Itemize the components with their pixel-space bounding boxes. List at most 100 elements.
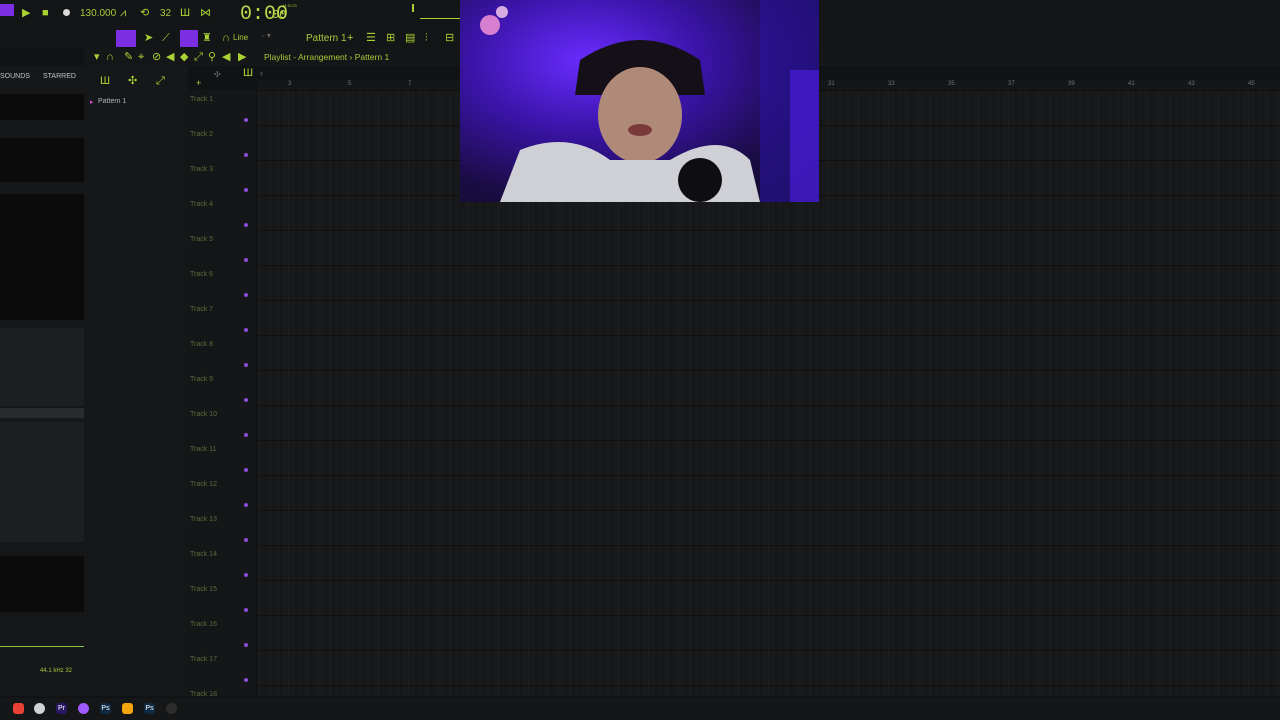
draw-icon[interactable]: ⟋: [162, 32, 170, 44]
song-mode-icon[interactable]: ➤: [144, 32, 153, 44]
snap-dropdown-icon[interactable]: - ▾: [262, 31, 271, 40]
track-label[interactable]: Track 8: [190, 341, 213, 348]
add-pattern-icon[interactable]: +: [347, 32, 353, 44]
step-edit-icon[interactable]: Ш: [180, 7, 190, 19]
track-mute-button[interactable]: [244, 468, 248, 472]
chrome-icon[interactable]: [13, 703, 24, 714]
track-label[interactable]: Track 11: [190, 446, 216, 453]
slip-icon[interactable]: ◆: [180, 51, 188, 63]
track-mute-button[interactable]: [244, 643, 248, 647]
track-mute-button[interactable]: [244, 503, 248, 507]
browser-icon[interactable]: ⊟: [445, 32, 454, 44]
browser-item[interactable]: [0, 556, 84, 612]
track-label[interactable]: Track 18: [190, 691, 217, 698]
track-label[interactable]: Track 2: [190, 131, 213, 138]
photoshop-icon[interactable]: Ps: [100, 703, 111, 714]
track-label[interactable]: Track 4: [190, 201, 213, 208]
record-icon[interactable]: [63, 9, 70, 16]
tempo-display[interactable]: 130.000: [80, 8, 116, 19]
browser-item[interactable]: [0, 422, 84, 542]
playlist-title: Playlist - Arrangement › Pattern 1: [264, 52, 390, 62]
browser-item[interactable]: [0, 328, 84, 406]
stop-icon[interactable]: ■: [42, 7, 49, 19]
brush-icon[interactable]: ⌖: [138, 51, 144, 63]
countdown-icon[interactable]: ⋈: [200, 7, 211, 19]
track-mute-button[interactable]: [244, 223, 248, 227]
playlist-magnet-icon[interactable]: ∩: [106, 51, 114, 63]
stamp-icon[interactable]: ♜: [202, 32, 212, 44]
metronome-icon[interactable]: ⩘: [120, 7, 126, 19]
track-label[interactable]: Track 13: [190, 516, 217, 523]
channel-rack-icon[interactable]: ▤: [405, 32, 415, 44]
track-mute-button[interactable]: [244, 293, 248, 297]
playlist-menu-icon[interactable]: ▾: [94, 51, 100, 63]
track-label[interactable]: Track 16: [190, 621, 217, 628]
track-mute-button[interactable]: [244, 328, 248, 332]
track-mute-button[interactable]: [244, 258, 248, 262]
messenger-icon[interactable]: [78, 703, 89, 714]
magnet-icon[interactable]: ∩: [222, 32, 230, 44]
track-label[interactable]: Track 17: [190, 656, 217, 663]
track-label[interactable]: Track 15: [190, 586, 217, 593]
delete-icon[interactable]: ⊘: [152, 51, 161, 63]
track-mute-button[interactable]: [244, 608, 248, 612]
track-mute-button[interactable]: [244, 573, 248, 577]
browser-item[interactable]: [0, 194, 84, 320]
picker-audio-icon[interactable]: ✣: [128, 75, 137, 87]
picker-pattern-icon[interactable]: Ш: [100, 75, 110, 87]
settings-icon[interactable]: [34, 703, 45, 714]
track-label[interactable]: Track 12: [190, 481, 217, 488]
track-mute-button[interactable]: [244, 398, 248, 402]
track-label[interactable]: Track 10: [190, 411, 217, 418]
app-icon[interactable]: [166, 703, 177, 714]
tab-starred[interactable]: STARRED: [43, 73, 76, 80]
track-mute-button[interactable]: [244, 153, 248, 157]
track-label[interactable]: Track 3: [190, 166, 213, 173]
loop-record-icon[interactable]: ⟲: [140, 7, 149, 19]
play-icon[interactable]: ▶: [22, 7, 30, 19]
menu-logo[interactable]: [0, 4, 14, 16]
playlist-step-icon[interactable]: Ш: [243, 67, 253, 79]
playlist-zoom-icon[interactable]: ✣: [214, 70, 221, 79]
paint-tool-button[interactable]: [180, 30, 198, 47]
ruler-number: 43: [1188, 81, 1195, 87]
track-label[interactable]: Track 7: [190, 306, 213, 313]
photoshop-icon[interactable]: Ps: [144, 703, 155, 714]
track-mute-button[interactable]: [244, 433, 248, 437]
tab-sounds[interactable]: SOUNDS: [0, 73, 30, 80]
time-signature[interactable]: 32: [160, 8, 171, 19]
playlist-icon[interactable]: ☰: [366, 32, 376, 44]
track-label[interactable]: Track 5: [190, 236, 213, 243]
browser-item[interactable]: [0, 94, 84, 120]
piano-roll-icon[interactable]: ⊞: [386, 32, 395, 44]
playlist-play-icon[interactable]: ▶: [238, 51, 246, 63]
track-mute-button[interactable]: [244, 678, 248, 682]
volume-slider[interactable]: [420, 18, 460, 19]
pattern-item[interactable]: Pattern 1: [98, 98, 126, 105]
zoom-icon[interactable]: ⚲: [208, 51, 216, 63]
pattern-mode-button[interactable]: [116, 30, 136, 47]
ruler-number: 39: [1068, 81, 1075, 87]
playback-icon[interactable]: ◀: [222, 51, 230, 63]
track-label[interactable]: Track 6: [190, 271, 213, 278]
track-mute-button[interactable]: [244, 118, 248, 122]
track-mute-button[interactable]: [244, 188, 248, 192]
picker-automation-icon[interactable]: ⤢: [156, 75, 165, 87]
browser-item-selected[interactable]: [0, 408, 84, 418]
browser-item[interactable]: [0, 138, 84, 182]
scroll-left-icon[interactable]: ‹: [260, 68, 263, 78]
fl-studio-icon[interactable]: [122, 703, 133, 714]
snap-select[interactable]: Line: [233, 33, 248, 42]
pattern-selector[interactable]: Pattern 1: [306, 33, 347, 44]
track-mute-button[interactable]: [244, 363, 248, 367]
track-label[interactable]: Track 14: [190, 551, 217, 558]
premiere-icon[interactable]: Pr: [56, 703, 67, 714]
track-label[interactable]: Track 1: [190, 96, 213, 103]
track-label[interactable]: Track 9: [190, 376, 213, 383]
mixer-icon[interactable]: ⫶: [425, 32, 428, 44]
select-icon[interactable]: ⤢: [194, 51, 203, 63]
pencil-icon[interactable]: ✎: [124, 51, 133, 63]
track-mute-button[interactable]: [244, 538, 248, 542]
add-track-icon[interactable]: +: [196, 78, 201, 88]
mute-icon[interactable]: ◀: [166, 51, 174, 63]
